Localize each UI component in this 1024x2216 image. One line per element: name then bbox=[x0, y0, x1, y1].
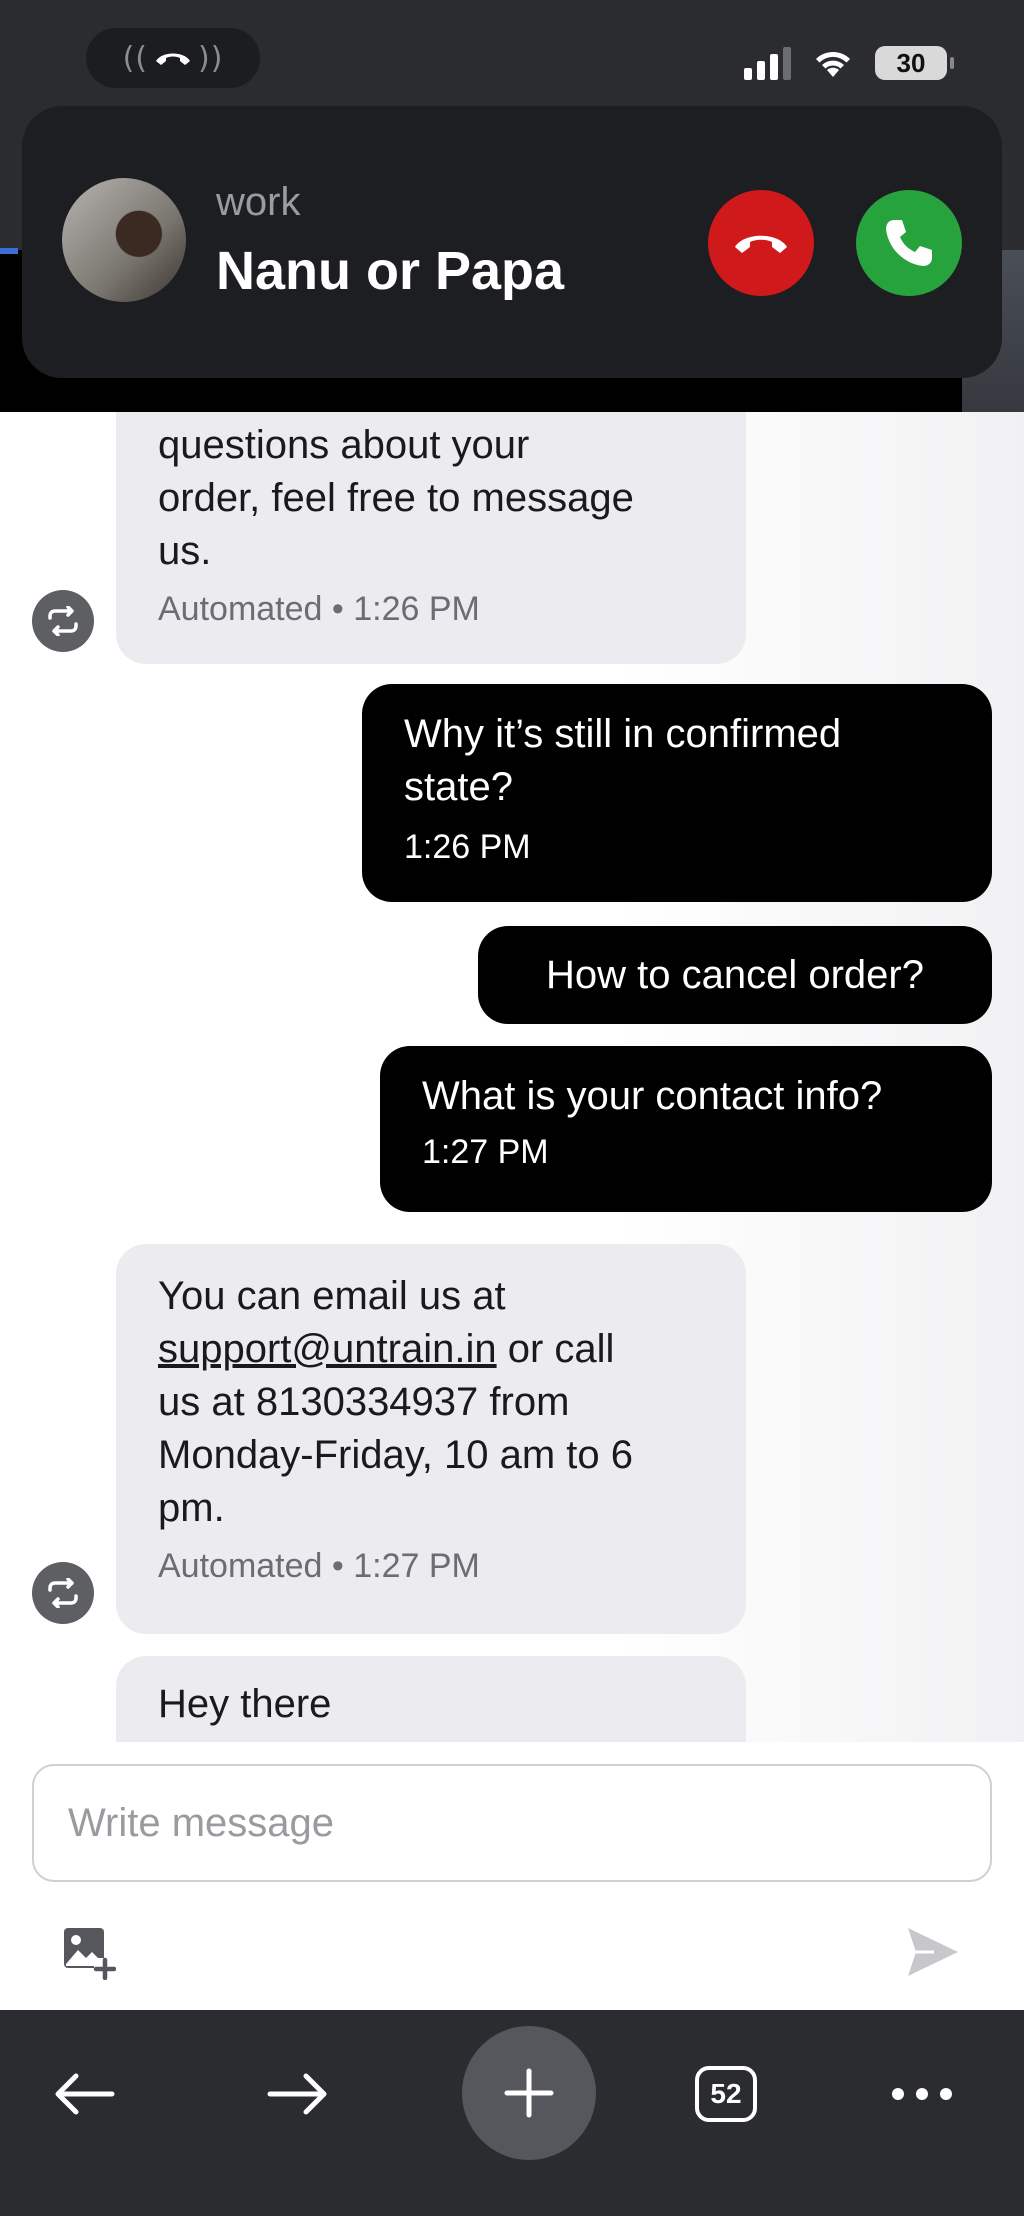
automated-badge bbox=[32, 1562, 94, 1624]
accept-call-button[interactable] bbox=[856, 190, 962, 296]
plus-icon bbox=[504, 2068, 554, 2118]
message-text: You can email us at support@untrain.in o… bbox=[116, 1244, 696, 1535]
repeat-icon bbox=[48, 1578, 78, 1608]
message-meta: 1:26 PM bbox=[404, 828, 531, 866]
message-meta: 1:27 PM bbox=[422, 1133, 549, 1171]
decline-call-button[interactable] bbox=[708, 190, 814, 296]
outgoing-message: How to cancel order? bbox=[478, 926, 992, 1024]
caller-name: Nanu or Papa bbox=[216, 241, 565, 301]
forward-button[interactable] bbox=[248, 2044, 348, 2144]
tab-count: 52 bbox=[695, 2066, 757, 2122]
call-waves-icon: (( bbox=[122, 40, 148, 76]
phone-icon bbox=[886, 220, 932, 266]
send-icon[interactable] bbox=[904, 1924, 960, 1980]
more-dots-icon bbox=[892, 2088, 952, 2100]
more-menu-button[interactable] bbox=[872, 2044, 972, 2144]
automated-badge bbox=[32, 590, 94, 652]
incoming-message: You can email us at support@untrain.in o… bbox=[116, 1244, 746, 1634]
caller-avatar bbox=[62, 178, 186, 302]
message-text: questions about your order, feel free to… bbox=[158, 423, 634, 573]
battery-icon: 30 bbox=[875, 46, 954, 80]
email-link[interactable]: support@untrain.in bbox=[158, 1327, 497, 1371]
message-input[interactable] bbox=[34, 1766, 990, 1880]
browser-toolbar: 52 bbox=[0, 2010, 1024, 2216]
message-meta: Automated • 1:27 PM bbox=[158, 1547, 480, 1585]
repeat-icon bbox=[48, 606, 78, 636]
message-text: Hey there bbox=[158, 1682, 332, 1726]
call-label: work bbox=[216, 180, 301, 224]
call-waves-icon: )) bbox=[198, 40, 224, 76]
phone-hang-up-icon bbox=[735, 235, 787, 253]
message-text: Why it’s still in confirmed state? bbox=[404, 712, 842, 809]
arrow-right-icon bbox=[267, 2073, 327, 2115]
active-call-indicator[interactable]: (( )) bbox=[86, 28, 260, 88]
tabs-button[interactable]: 52 bbox=[676, 2044, 776, 2144]
outgoing-message: What is your contact info? 1:27 PM bbox=[380, 1046, 992, 1212]
status-icons: 30 bbox=[744, 46, 954, 80]
wifi-icon bbox=[816, 51, 850, 77]
page-edge-accent bbox=[0, 248, 18, 254]
cellular-signal-icon bbox=[744, 46, 791, 80]
add-image-icon[interactable] bbox=[60, 1924, 116, 1980]
new-tab-button[interactable] bbox=[462, 2026, 596, 2160]
arrow-left-icon bbox=[55, 2073, 115, 2115]
outgoing-message: Why it’s still in confirmed state? 1:26 … bbox=[362, 684, 992, 902]
message-text: How to cancel order? bbox=[546, 952, 924, 997]
message-text: What is your contact info? bbox=[422, 1074, 883, 1118]
message-text-part: You can email us at bbox=[158, 1274, 506, 1318]
incoming-message: Hey there bbox=[116, 1656, 746, 1742]
message-input-box[interactable] bbox=[32, 1764, 992, 1882]
incoming-message: questions about your order, feel free to… bbox=[116, 412, 746, 664]
battery-level: 30 bbox=[896, 47, 926, 78]
phone-handset-icon bbox=[156, 53, 190, 65]
message-meta: Automated • 1:26 PM bbox=[158, 590, 480, 628]
chat-thread[interactable]: questions about your order, feel free to… bbox=[0, 412, 1024, 1742]
back-button[interactable] bbox=[34, 2044, 134, 2144]
